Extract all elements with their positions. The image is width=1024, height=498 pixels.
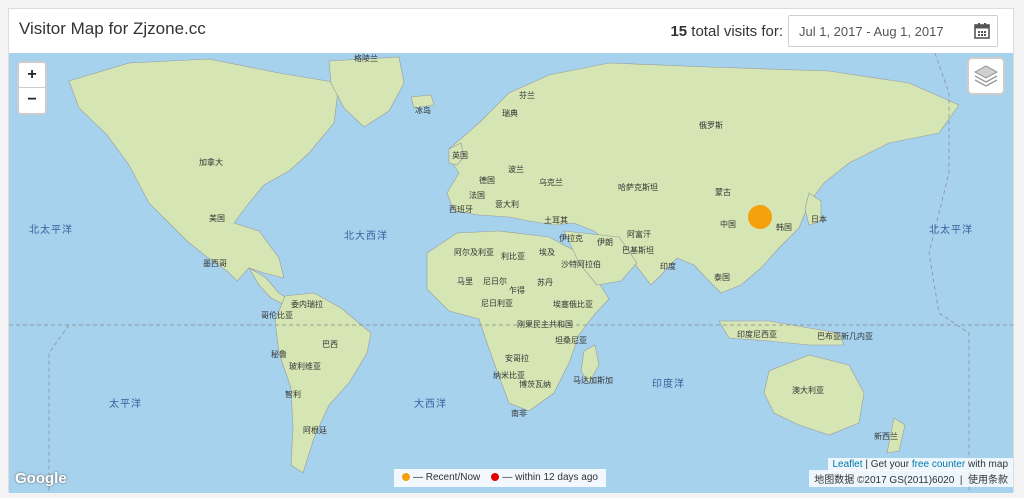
country-label: 中国: [720, 220, 736, 229]
country-label: 智利: [285, 390, 301, 399]
country-label: 墨西哥: [203, 259, 227, 268]
ocean-label: 太平洋: [109, 399, 142, 410]
zoom-out-button[interactable]: −: [19, 88, 45, 112]
country-label: 乌克兰: [539, 178, 563, 187]
country-label: 加拿大: [199, 158, 223, 167]
country-label: 美国: [209, 214, 225, 223]
country-label: 冰岛: [415, 106, 431, 115]
legend-within-label: — within 12 days ago: [502, 472, 598, 483]
country-label: 委内瑞拉: [291, 300, 323, 309]
country-label: 英国: [452, 151, 468, 160]
country-label: 乍得: [509, 286, 525, 295]
country-label: 苏丹: [537, 278, 553, 287]
country-label: 西班牙: [449, 205, 473, 214]
country-label: 印度尼西亚: [737, 330, 777, 339]
ocean-label: 北太平洋: [929, 225, 973, 236]
country-label: 法国: [469, 191, 485, 200]
country-label: 秘鲁: [271, 350, 287, 359]
ocean-label: 大西洋: [414, 399, 447, 410]
leaflet-link[interactable]: Leaflet: [833, 459, 863, 470]
legend-recent-label: — Recent/Now: [413, 472, 481, 483]
country-label: 尼日利亚: [481, 299, 513, 308]
country-label: 格陵兰: [354, 54, 378, 63]
country-label: 沙特阿拉伯: [561, 260, 601, 269]
attribution-sep: | Get your: [865, 459, 910, 470]
country-label: 新西兰: [874, 432, 898, 441]
country-label: 韩国: [776, 223, 792, 232]
page-title: Visitor Map for Zjzone.cc: [19, 19, 206, 38]
ocean-label: 北大西洋: [344, 231, 388, 242]
country-label: 波兰: [508, 165, 524, 174]
date-range-input[interactable]: Jul 1, 2017 - Aug 1, 2017: [788, 15, 998, 47]
country-label: 阿尔及利亚: [454, 248, 494, 257]
country-label: 意大利: [495, 200, 519, 209]
country-label: 刚果民主共和国: [517, 320, 573, 329]
country-label: 博茨瓦纳: [519, 380, 551, 389]
attribution-with-map: with map: [967, 459, 1008, 470]
copyright-text: 地图数据 ©2017 GS(2011)6020: [814, 475, 955, 486]
country-label: 德国: [479, 176, 495, 185]
country-label: 哈萨克斯坦: [618, 183, 658, 192]
visits-count: 15: [670, 23, 688, 40]
country-label: 日本: [811, 215, 827, 224]
country-label: 印度: [660, 262, 676, 271]
visit-summary: 15 total visits for:: [670, 23, 783, 40]
country-label: 巴西: [322, 340, 338, 349]
country-label: 泰国: [714, 273, 730, 282]
world-map[interactable]: 北太平洋 北太平洋 北大西洋 太平洋 大西洋 印度洋 芬兰 格陵兰 冰岛 瑞典 …: [9, 53, 1013, 493]
calendar-icon[interactable]: [973, 22, 991, 40]
country-label: 埃塞俄比亚: [553, 300, 593, 309]
world-landmass: [9, 53, 1013, 493]
country-label: 瑞典: [502, 109, 518, 118]
country-label: 土耳其: [544, 216, 568, 225]
zoom-in-button[interactable]: +: [19, 63, 45, 88]
country-label: 伊拉克: [559, 234, 583, 243]
ocean-label: 印度洋: [652, 379, 685, 390]
map-legend: — Recent/Now — within 12 days ago: [394, 469, 606, 487]
layers-icon: [973, 65, 999, 87]
country-label: 马里: [457, 277, 473, 286]
country-label: 阿根廷: [303, 426, 327, 435]
country-label: 利比亚: [501, 252, 525, 261]
zoom-control: + −: [17, 61, 47, 115]
layers-button[interactable]: [967, 57, 1005, 95]
country-label: 玻利维亚: [289, 362, 321, 371]
ocean-label: 北太平洋: [29, 225, 73, 236]
country-label: 芬兰: [519, 91, 535, 100]
recent-dot-icon: [402, 473, 410, 482]
within-dot-icon: [491, 473, 500, 482]
country-label: 马达加斯加: [573, 376, 613, 385]
country-label: 尼日尔: [483, 277, 507, 286]
country-label: 伊朗: [597, 238, 613, 247]
country-label: 蒙古: [715, 188, 731, 197]
date-range-value: Jul 1, 2017 - Aug 1, 2017: [799, 24, 944, 39]
google-logo: Google: [15, 470, 67, 487]
country-label: 埃及: [539, 248, 555, 257]
free-counter-link[interactable]: free counter: [912, 459, 965, 470]
country-label: 澳大利亚: [792, 386, 824, 395]
map-copyright: 地图数据 ©2017 GS(2011)6020 | 使用条款: [809, 470, 1013, 487]
country-label: 俄罗斯: [699, 121, 723, 130]
country-label: 哥伦比亚: [261, 311, 293, 320]
country-label: 安哥拉: [505, 354, 529, 363]
country-label: 阿富汗: [627, 230, 651, 239]
visitor-map-panel: Visitor Map for Zjzone.cc 15 total visit…: [8, 8, 1014, 493]
country-label: 巴布亚新几内亚: [817, 332, 873, 341]
country-label: 南非: [511, 409, 527, 418]
visits-label: total visits for:: [691, 23, 783, 40]
visitor-marker-recent[interactable]: [748, 205, 772, 229]
country-label: 巴基斯坦: [622, 246, 654, 255]
country-label: 坦桑尼亚: [555, 336, 587, 345]
terms-link[interactable]: 使用条款: [968, 475, 1008, 486]
